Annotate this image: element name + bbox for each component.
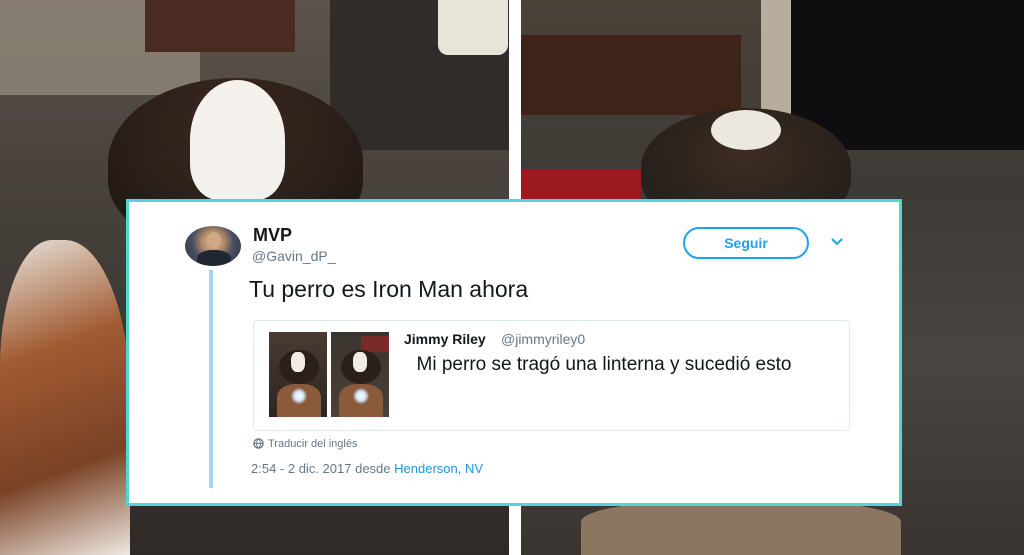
cabinet: [145, 0, 295, 52]
dog-white-blaze: [711, 110, 781, 150]
avatar-shirt: [197, 250, 231, 266]
flashlight-glow: [353, 388, 369, 404]
dog-body: [581, 500, 901, 555]
from-label: desde: [355, 461, 391, 476]
translate-label: Traducir del inglés: [268, 438, 358, 450]
tweet-card: MVP @Gavin_dP_ Seguir Tu perro es Iron M…: [126, 199, 902, 506]
red-object: [521, 170, 641, 200]
flashlight-glow: [291, 388, 307, 404]
tweet-text: Tu perro es Iron Man ahora: [249, 276, 529, 302]
timestamp[interactable]: 2:54 - 2 dic. 2017: [251, 461, 351, 476]
quoted-author-name[interactable]: Jimmy Riley: [404, 331, 486, 347]
tweet-metadata: 2:54 - 2 dic. 2017 desde Henderson, NV: [251, 461, 483, 476]
translate-link[interactable]: Traducir del inglés: [253, 438, 357, 450]
quoted-tweet-text: Mi perro se tragó una linterna y sucedió…: [416, 354, 792, 375]
dog-body: [0, 240, 130, 555]
quoted-media-thumbnail[interactable]: [269, 332, 327, 417]
author-name[interactable]: MVP: [253, 225, 292, 246]
dog-white-blaze: [353, 352, 367, 372]
dog-white-blaze: [291, 352, 305, 372]
quoted-tweet[interactable]: Jimmy Riley @jimmyriley0 Mi perro se tra…: [253, 320, 850, 431]
quoted-author-handle[interactable]: @jimmyriley0: [501, 331, 585, 347]
follow-button[interactable]: Seguir: [683, 227, 809, 259]
avatar[interactable]: [185, 226, 241, 266]
dog-white-blaze: [190, 80, 285, 200]
avatar-face: [207, 232, 221, 248]
chevron-down-icon[interactable]: [830, 237, 844, 247]
globe-icon: [253, 438, 264, 449]
wooden-table: [521, 35, 741, 115]
pillow: [438, 0, 508, 55]
thread-line: [209, 270, 213, 488]
tv-screen: [791, 0, 1024, 150]
quoted-media-thumbnail[interactable]: [331, 332, 389, 417]
author-handle[interactable]: @Gavin_dP_: [252, 248, 335, 264]
location-link[interactable]: Henderson, NV: [394, 461, 483, 476]
